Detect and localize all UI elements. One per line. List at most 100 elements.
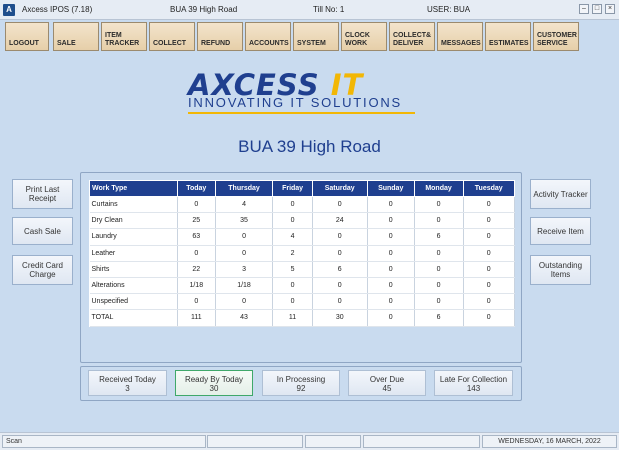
count-cell: 0 — [215, 245, 274, 262]
count-cell: 0 — [367, 245, 415, 262]
credit-card-charge-button[interactable]: Credit Card Charge — [12, 255, 73, 285]
work-type-cell: Laundry — [89, 228, 178, 246]
toolbar-sale-button[interactable]: SALE — [53, 22, 99, 51]
count-cell: 0 — [312, 228, 368, 246]
date-display: WEDNESDAY, 16 MARCH, 2022 — [482, 435, 617, 448]
toolbar-messages-button[interactable]: MESSAGES — [437, 22, 483, 51]
count-cell: 2 — [272, 245, 313, 262]
toolbar-collect-deliver-button[interactable]: COLLECT& DELIVER — [389, 22, 435, 51]
logo-underline — [188, 112, 415, 114]
column-header: Work Type — [89, 180, 178, 197]
toolbar-accounts-button[interactable]: ACCOUNTS — [245, 22, 291, 51]
count-cell: 0 — [463, 196, 515, 214]
table-header-row: Work Type Today Thursday Friday Saturday… — [89, 180, 515, 197]
status-bar: Scan WEDNESDAY, 16 MARCH, 2022 — [0, 432, 619, 450]
toolbar-customer-service-button[interactable]: CUSTOMER SERVICE — [533, 22, 579, 51]
count-cell: 0 — [414, 245, 464, 262]
count-cell: 0 — [312, 293, 368, 311]
maximize-icon[interactable]: □ — [592, 4, 602, 14]
count-cell: 0 — [367, 212, 415, 230]
activity-tracker-button[interactable]: Activity Tracker — [530, 179, 591, 209]
axcess-it-logo: AXCESS IT INNOVATING IT SOLUTIONS — [188, 68, 428, 118]
close-icon[interactable]: × — [605, 4, 615, 14]
count-cell: 0 — [272, 277, 313, 295]
summary-value: 45 — [382, 384, 392, 393]
received-today-button[interactable]: Received Today 3 — [88, 370, 167, 396]
user-label: USER: BUA — [427, 5, 471, 14]
minimize-icon[interactable]: – — [579, 4, 589, 14]
toolbar-estimates-button[interactable]: ESTIMATES — [485, 22, 531, 51]
work-type-cell: TOTAL — [89, 309, 178, 327]
page-title: BUA 39 High Road — [238, 137, 381, 156]
table-row[interactable]: Alterations 1/18 1/18 0 0 0 0 0 — [89, 277, 515, 295]
count-cell: 0 — [414, 212, 464, 230]
table-row[interactable]: Dry Clean 25 35 0 24 0 0 0 — [89, 212, 515, 230]
till-number: Till No: 1 — [313, 5, 345, 14]
count-cell: 0 — [312, 245, 368, 262]
outstanding-items-button[interactable]: Outstanding Items — [530, 255, 591, 285]
work-type-cell: Leather — [89, 245, 178, 262]
count-cell: 5 — [272, 261, 313, 278]
ready-by-today-button[interactable]: Ready By Today 30 — [175, 370, 253, 396]
toolbar-item-tracker-button[interactable]: ITEM TRACKER — [101, 22, 147, 51]
table-row[interactable]: Unspecified 0 0 0 0 0 0 0 — [89, 293, 515, 311]
title-bar: A Axcess IPOS (7.18) BUA 39 High Road Ti… — [0, 0, 619, 20]
count-cell: 4 — [272, 228, 313, 246]
over-due-button[interactable]: Over Due 45 — [348, 370, 426, 396]
count-cell: 0 — [177, 293, 216, 311]
count-cell: 25 — [177, 212, 216, 230]
count-cell: 1/18 — [177, 277, 216, 295]
count-cell: 0 — [463, 228, 515, 246]
count-cell: 11 — [272, 309, 313, 327]
count-cell: 0 — [215, 293, 274, 311]
table-row[interactable]: Shirts 22 3 5 6 0 0 0 — [89, 261, 515, 278]
table-row[interactable]: TOTAL 111 43 11 30 0 6 0 — [89, 309, 515, 327]
count-cell: 0 — [312, 277, 368, 295]
table-row[interactable]: Leather 0 0 2 0 0 0 0 — [89, 245, 515, 262]
work-type-cell: Unspecified — [89, 293, 178, 311]
summary-label: Ready By Today — [184, 375, 244, 384]
count-cell: 0 — [414, 293, 464, 311]
in-processing-button[interactable]: In Processing 92 — [262, 370, 340, 396]
main-toolbar: LOGOUT SALE ITEM TRACKER COLLECT REFUND … — [0, 20, 619, 52]
count-cell: 30 — [312, 309, 368, 327]
column-header: Thursday — [214, 180, 274, 197]
count-cell: 0 — [272, 196, 313, 214]
table-row[interactable]: Laundry 63 0 4 0 0 6 0 — [89, 228, 515, 246]
count-cell: 0 — [367, 261, 415, 278]
summary-value: 3 — [125, 384, 130, 393]
toolbar-logout-button[interactable]: LOGOUT — [5, 22, 49, 51]
work-type-cell: Shirts — [89, 261, 178, 278]
table-row[interactable]: Curtains 0 4 0 0 0 0 0 — [89, 196, 515, 214]
toolbar-system-button[interactable]: SYSTEM — [293, 22, 339, 51]
count-cell: 6 — [414, 228, 464, 246]
late-for-collection-button[interactable]: Late For Collection 143 — [434, 370, 513, 396]
count-cell: 6 — [312, 261, 368, 278]
work-type-table: Work Type Today Thursday Friday Saturday… — [89, 180, 515, 327]
logo-tagline: INNOVATING IT SOLUTIONS — [188, 95, 403, 110]
app-icon: A — [3, 4, 15, 16]
app-title: Axcess IPOS (7.18) — [22, 5, 93, 14]
toolbar-clock-work-button[interactable]: CLOCK WORK — [341, 22, 387, 51]
count-cell: 0 — [367, 309, 415, 327]
count-cell: 1/18 — [215, 277, 274, 295]
count-cell: 0 — [414, 196, 464, 214]
summary-label: Late For Collection — [439, 375, 508, 384]
count-cell: 0 — [177, 196, 216, 214]
cash-sale-button[interactable]: Cash Sale — [12, 217, 73, 245]
count-cell: 0 — [367, 228, 415, 246]
receive-item-button[interactable]: Receive Item — [530, 217, 591, 245]
column-header: Friday — [272, 180, 313, 197]
count-cell: 63 — [177, 228, 216, 246]
summary-label: Received Today — [99, 375, 156, 384]
count-cell: 0 — [272, 293, 313, 311]
work-type-cell: Alterations — [89, 277, 178, 295]
print-last-receipt-button[interactable]: Print Last Receipt — [12, 179, 73, 209]
count-cell: 0 — [463, 293, 515, 311]
count-cell: 0 — [367, 277, 415, 295]
count-cell: 0 — [272, 212, 313, 230]
summary-value: 143 — [466, 384, 481, 393]
toolbar-refund-button[interactable]: REFUND — [197, 22, 243, 51]
column-header: Tuesday — [462, 180, 515, 197]
toolbar-collect-button[interactable]: COLLECT — [149, 22, 195, 51]
